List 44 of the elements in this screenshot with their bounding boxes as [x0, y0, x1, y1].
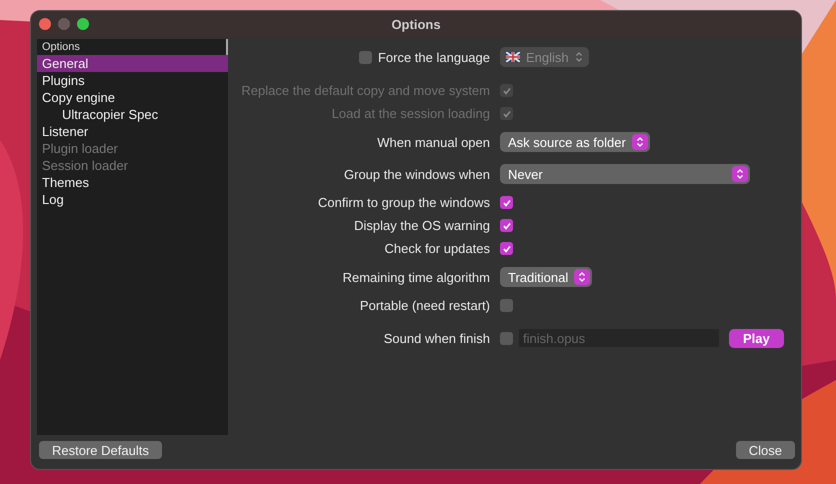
close-window-icon[interactable]: [39, 18, 51, 30]
checkmark-icon: [502, 86, 512, 96]
sidebar-item[interactable]: Ultracopier Spec: [37, 106, 228, 123]
window-title: Options: [391, 16, 441, 32]
checkbox[interactable]: [500, 242, 513, 255]
checkbox[interactable]: [500, 219, 513, 232]
checkmark-icon: [502, 108, 512, 118]
setting-label: Force the language: [378, 50, 490, 64]
dropdown[interactable]: Ask source as folder: [500, 132, 650, 152]
checkmark-icon: [502, 244, 512, 254]
chevron-icon: [574, 51, 583, 63]
sound-file-field[interactable]: finish.opus: [519, 329, 719, 347]
sidebar-item[interactable]: Plugins: [37, 72, 228, 89]
play-button[interactable]: Play: [729, 328, 784, 348]
dropdown[interactable]: Traditional: [500, 267, 592, 287]
setting-label: Remaining time algorithm: [342, 270, 490, 284]
checkbox[interactable]: [500, 299, 513, 312]
checkmark-icon: [502, 198, 512, 208]
dropdown[interactable]: Never: [500, 164, 750, 184]
setting-label: Portable (need restart): [360, 298, 490, 313]
setting-label: Check for updates: [384, 241, 490, 256]
sidebar-item[interactable]: Themes: [37, 174, 228, 191]
checkbox[interactable]: [500, 196, 513, 209]
setting-label: When manual open: [377, 134, 490, 150]
sidebar-item[interactable]: Log: [37, 191, 228, 208]
minimize-window-icon[interactable]: [58, 18, 70, 30]
sidebar-item[interactable]: Listener: [37, 123, 228, 140]
setting-label: Load at the session loading: [332, 106, 490, 121]
setting-label: Group the windows when: [344, 166, 490, 182]
setting-label: Confirm to group the windows: [318, 195, 490, 210]
setting-label: Sound when finish: [384, 330, 490, 346]
flag-icon: [506, 52, 520, 62]
setting-label: Replace the default copy and move system: [241, 83, 490, 98]
sidebar-item[interactable]: General: [37, 55, 228, 72]
close-button[interactable]: Close: [736, 441, 795, 459]
sidebar-item[interactable]: Copy engine: [37, 89, 228, 106]
setting-label: Display the OS warning: [354, 218, 490, 233]
chevron-icon: [632, 134, 648, 150]
restore-defaults-button[interactable]: Restore Defaults: [39, 441, 162, 459]
zoom-window-icon[interactable]: [77, 18, 89, 30]
checkmark-icon: [502, 220, 512, 230]
chevron-icon: [732, 166, 748, 182]
checkbox[interactable]: [500, 332, 513, 344]
chevron-icon: [574, 269, 590, 285]
